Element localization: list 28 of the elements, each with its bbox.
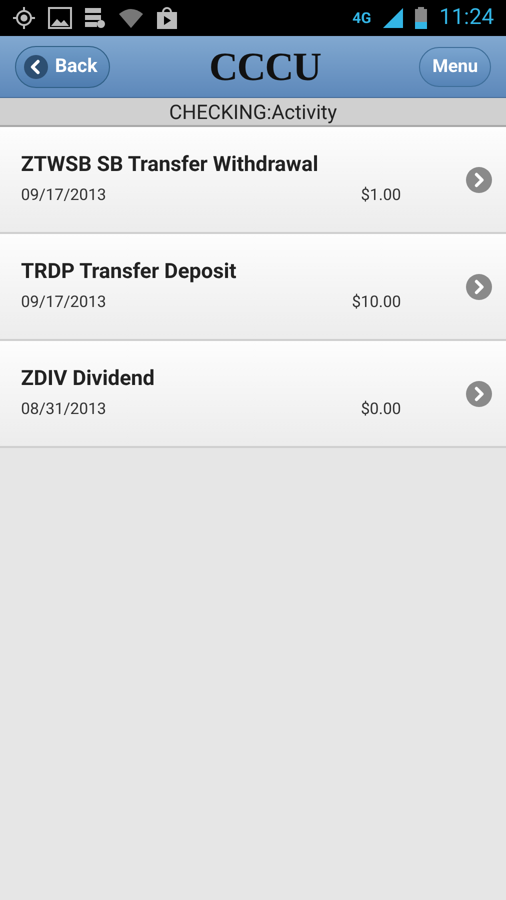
transaction-amount: $1.00 [360,184,401,206]
logo: CCCU [209,46,321,86]
transaction-amount: $0.00 [360,398,401,420]
wifi-icon [118,8,144,28]
back-button[interactable]: Back [15,46,110,88]
gps-icon [12,6,36,30]
transaction-date: 08/31/2013 [21,398,106,420]
storage-icon [84,7,106,29]
battery-icon [415,7,428,29]
signal-icon [383,8,404,28]
clock: 11:24 [439,7,494,29]
section-title: CHECKING:Activity [169,102,337,122]
transaction-row[interactable]: ZDIV Dividend 08/31/2013 $0.00 [0,341,506,448]
transaction-date: 09/17/2013 [21,184,106,206]
network-type: 4G [352,10,372,26]
chevron-right-icon [466,166,492,192]
transaction-description: ZTWSB SB Transfer Withdrawal [21,152,320,179]
chevron-left-icon [24,54,48,78]
transaction-row[interactable]: TRDP Transfer Deposit 09/17/2013 $10.00 [0,234,506,341]
play-store-icon [156,6,178,30]
chevron-right-icon [466,274,492,300]
transaction-description: TRDP Transfer Deposit [21,259,238,286]
image-icon [48,7,72,29]
chevron-right-icon [466,380,492,406]
transaction-amount: $10.00 [352,290,401,313]
transaction-date: 09/17/2013 [21,290,106,313]
transaction-description: ZDIV Dividend [21,366,156,393]
transaction-row[interactable]: ZTWSB SB Transfer Withdrawal 09/17/2013 $1.00 [0,127,506,234]
